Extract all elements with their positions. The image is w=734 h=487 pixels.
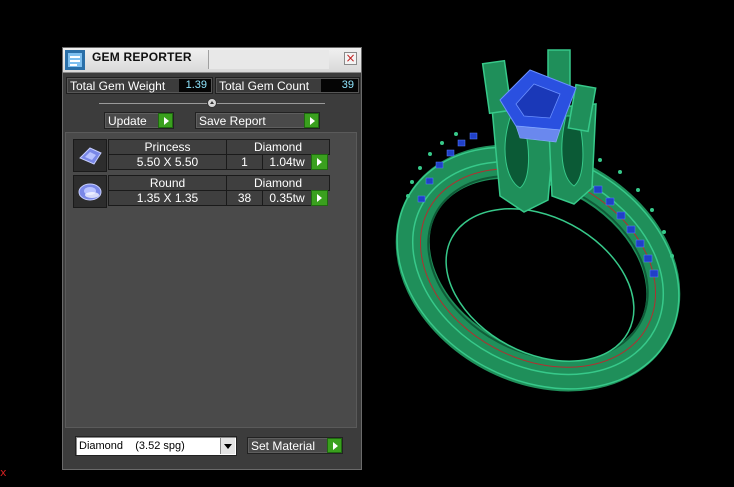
list-item[interactable]: Princess Diamond 5.50 X 5.50 1 1.04tw — [73, 139, 331, 172]
play-arrow-icon — [158, 113, 173, 128]
gem-size: 5.50 X 5.50 — [108, 154, 227, 170]
list-item[interactable]: Round Diamond 1.35 X 1.35 38 0.35tw — [73, 175, 331, 208]
total-gem-weight-value: 1.39 — [179, 79, 211, 92]
axis-label: x — [0, 466, 7, 479]
round-cut-gem-icon — [73, 175, 107, 208]
set-material-button[interactable]: Set Material — [247, 437, 343, 454]
update-button[interactable]: Update — [104, 112, 174, 129]
gem-reporter-icon — [65, 50, 85, 70]
panel-slider-knob[interactable] — [207, 98, 217, 108]
gem-material: Diamond — [226, 175, 330, 191]
total-gem-count-value: 39 — [321, 79, 358, 92]
chevron-down-icon[interactable] — [220, 438, 235, 454]
material-select[interactable]: Diamond (3.52 spg) — [75, 436, 237, 456]
save-report-button-label: Save Report — [199, 114, 266, 128]
gem-shape: Princess — [108, 139, 227, 155]
save-report-button[interactable]: Save Report — [195, 112, 320, 129]
set-material-button-label: Set Material — [251, 439, 316, 453]
gem-size: 1.35 X 1.35 — [108, 190, 227, 206]
gem-count: 1 — [226, 154, 263, 170]
material-select-value: Diamond (3.52 spg) — [79, 440, 185, 452]
total-gem-weight: Total Gem Weight 1.39 — [66, 77, 213, 94]
gem-count: 38 — [226, 190, 263, 206]
gem-reporter-panel: GEM REPORTER × Total Gem Weight 1.39 Tot… — [62, 47, 362, 470]
total-gem-count: Total Gem Count 39 — [215, 77, 360, 94]
material-bar: Diamond (3.52 spg) Set Material — [63, 431, 361, 469]
panel-title: GEM REPORTER — [92, 50, 192, 64]
gem-weight: 0.35tw — [262, 190, 312, 206]
update-button-label: Update — [108, 114, 147, 128]
total-gem-count-label: Total Gem Count — [219, 79, 310, 93]
total-gem-weight-label: Total Gem Weight — [70, 79, 166, 93]
titlebar-spacer — [208, 50, 329, 69]
gem-details-arrow-icon[interactable] — [311, 190, 328, 206]
princess-cut-gem-icon — [73, 139, 107, 172]
gem-details-arrow-icon[interactable] — [311, 154, 328, 170]
play-arrow-icon — [304, 113, 319, 128]
gem-shape: Round — [108, 175, 227, 191]
gem-material: Diamond — [226, 139, 330, 155]
close-icon[interactable]: × — [344, 52, 357, 65]
play-arrow-icon — [327, 438, 342, 453]
panel-titlebar[interactable]: GEM REPORTER × — [63, 48, 361, 73]
gem-list: Princess Diamond 5.50 X 5.50 1 1.04tw Ro… — [65, 132, 357, 428]
gem-weight: 1.04tw — [262, 154, 312, 170]
